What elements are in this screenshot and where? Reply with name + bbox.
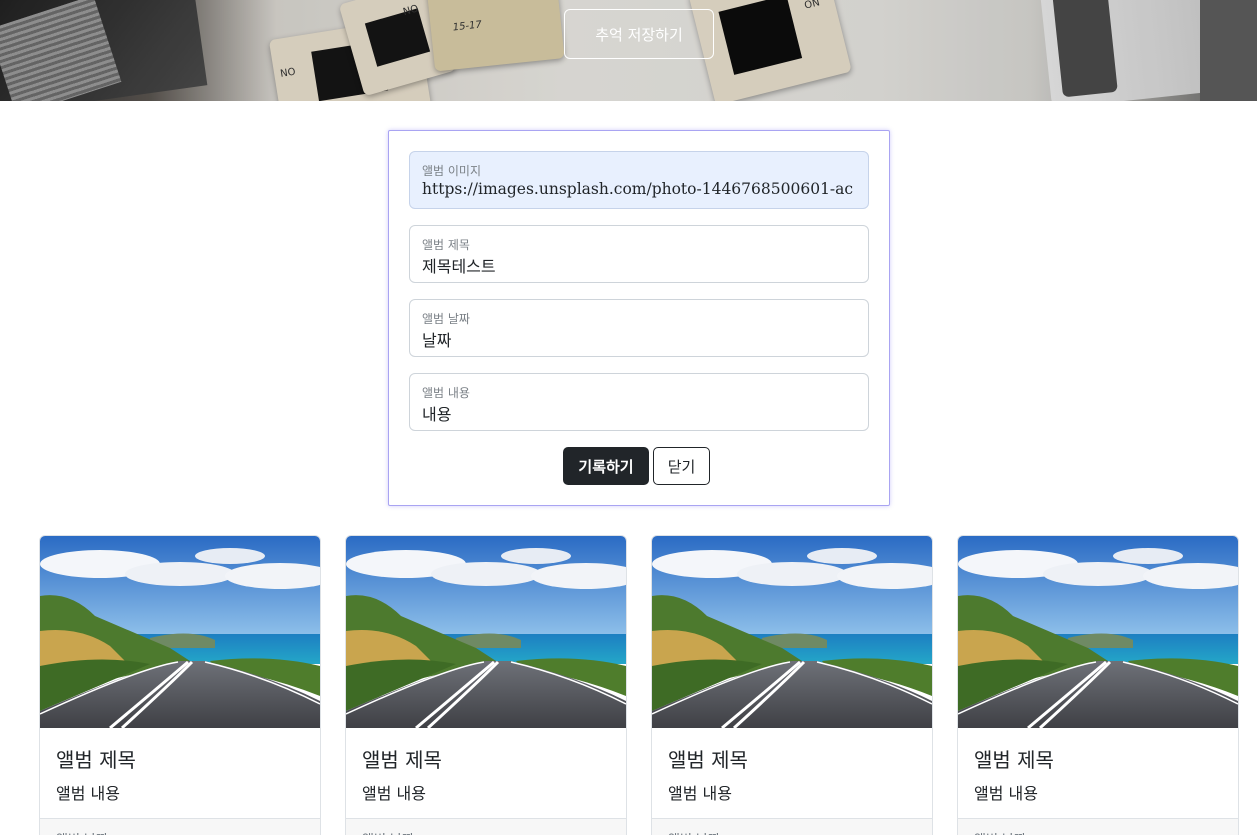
album-footer: 앨범 날짜 — [40, 818, 320, 835]
album-body: 앨범 제목 앨범 내용 — [40, 728, 320, 818]
album-image-value: https://images.unsplash.com/photo-144676… — [422, 180, 854, 198]
album-title: 앨범 제목 — [56, 748, 136, 772]
album-title-label: 앨범 제목 — [422, 238, 470, 252]
album-date: 앨범 날짜 — [362, 829, 414, 835]
album-content-label: 앨범 내용 — [422, 386, 470, 400]
album-thumbnail — [346, 536, 626, 728]
album-thumbnail — [958, 536, 1238, 728]
album-body: 앨범 제목 앨범 내용 — [652, 728, 932, 818]
album-title-value: 제목테스트 — [422, 257, 496, 276]
album-image-label: 앨범 이미지 — [422, 164, 482, 178]
album-title: 앨범 제목 — [974, 748, 1054, 772]
album-card[interactable]: 앨범 제목 앨범 내용 앨범 날짜 — [651, 535, 933, 835]
album-footer: 앨범 날짜 — [652, 818, 932, 835]
album-thumbnail — [652, 536, 932, 728]
album-title-field[interactable]: 앨범 제목 제목테스트 — [409, 225, 869, 283]
album-content-field[interactable]: 앨범 내용 내용 — [409, 373, 869, 431]
album-date-label: 앨범 날짜 — [422, 312, 470, 326]
album-image-field[interactable]: 앨범 이미지 https://images.unsplash.com/photo… — [409, 151, 869, 209]
album-card[interactable]: 앨범 제목 앨범 내용 앨범 날짜 — [39, 535, 321, 835]
album-body: 앨범 제목 앨범 내용 — [958, 728, 1238, 818]
album-footer: 앨범 날짜 — [346, 818, 626, 835]
album-date-field[interactable]: 앨범 날짜 날짜 — [409, 299, 869, 357]
album-thumbnail — [40, 536, 320, 728]
album-date-value: 날짜 — [422, 331, 452, 350]
hero-banner: NO NO 15-17 ON 추억 저장하기 — [0, 0, 1257, 101]
album-card[interactable]: 앨범 제목 앨범 내용 앨범 날짜 — [957, 535, 1239, 835]
album-text: 앨범 내용 — [56, 784, 120, 803]
album-card[interactable]: 앨범 제목 앨범 내용 앨범 날짜 — [345, 535, 627, 835]
submit-record-button[interactable]: 기록하기 — [563, 447, 649, 485]
album-form: 앨범 이미지 https://images.unsplash.com/photo… — [388, 130, 890, 506]
album-text: 앨범 내용 — [362, 784, 426, 803]
album-date: 앨범 날짜 — [668, 829, 720, 835]
album-footer: 앨범 날짜 — [958, 818, 1238, 835]
save-memory-button[interactable]: 추억 저장하기 — [564, 9, 714, 59]
album-content-value: 내용 — [422, 405, 452, 424]
album-date: 앨범 날짜 — [56, 829, 108, 835]
album-date: 앨범 날짜 — [974, 829, 1026, 835]
album-text: 앨범 내용 — [668, 784, 732, 803]
album-text: 앨범 내용 — [974, 784, 1038, 803]
album-body: 앨범 제목 앨범 내용 — [346, 728, 626, 818]
album-title: 앨범 제목 — [668, 748, 748, 772]
close-button[interactable]: 닫기 — [653, 447, 710, 485]
album-title: 앨범 제목 — [362, 748, 442, 772]
